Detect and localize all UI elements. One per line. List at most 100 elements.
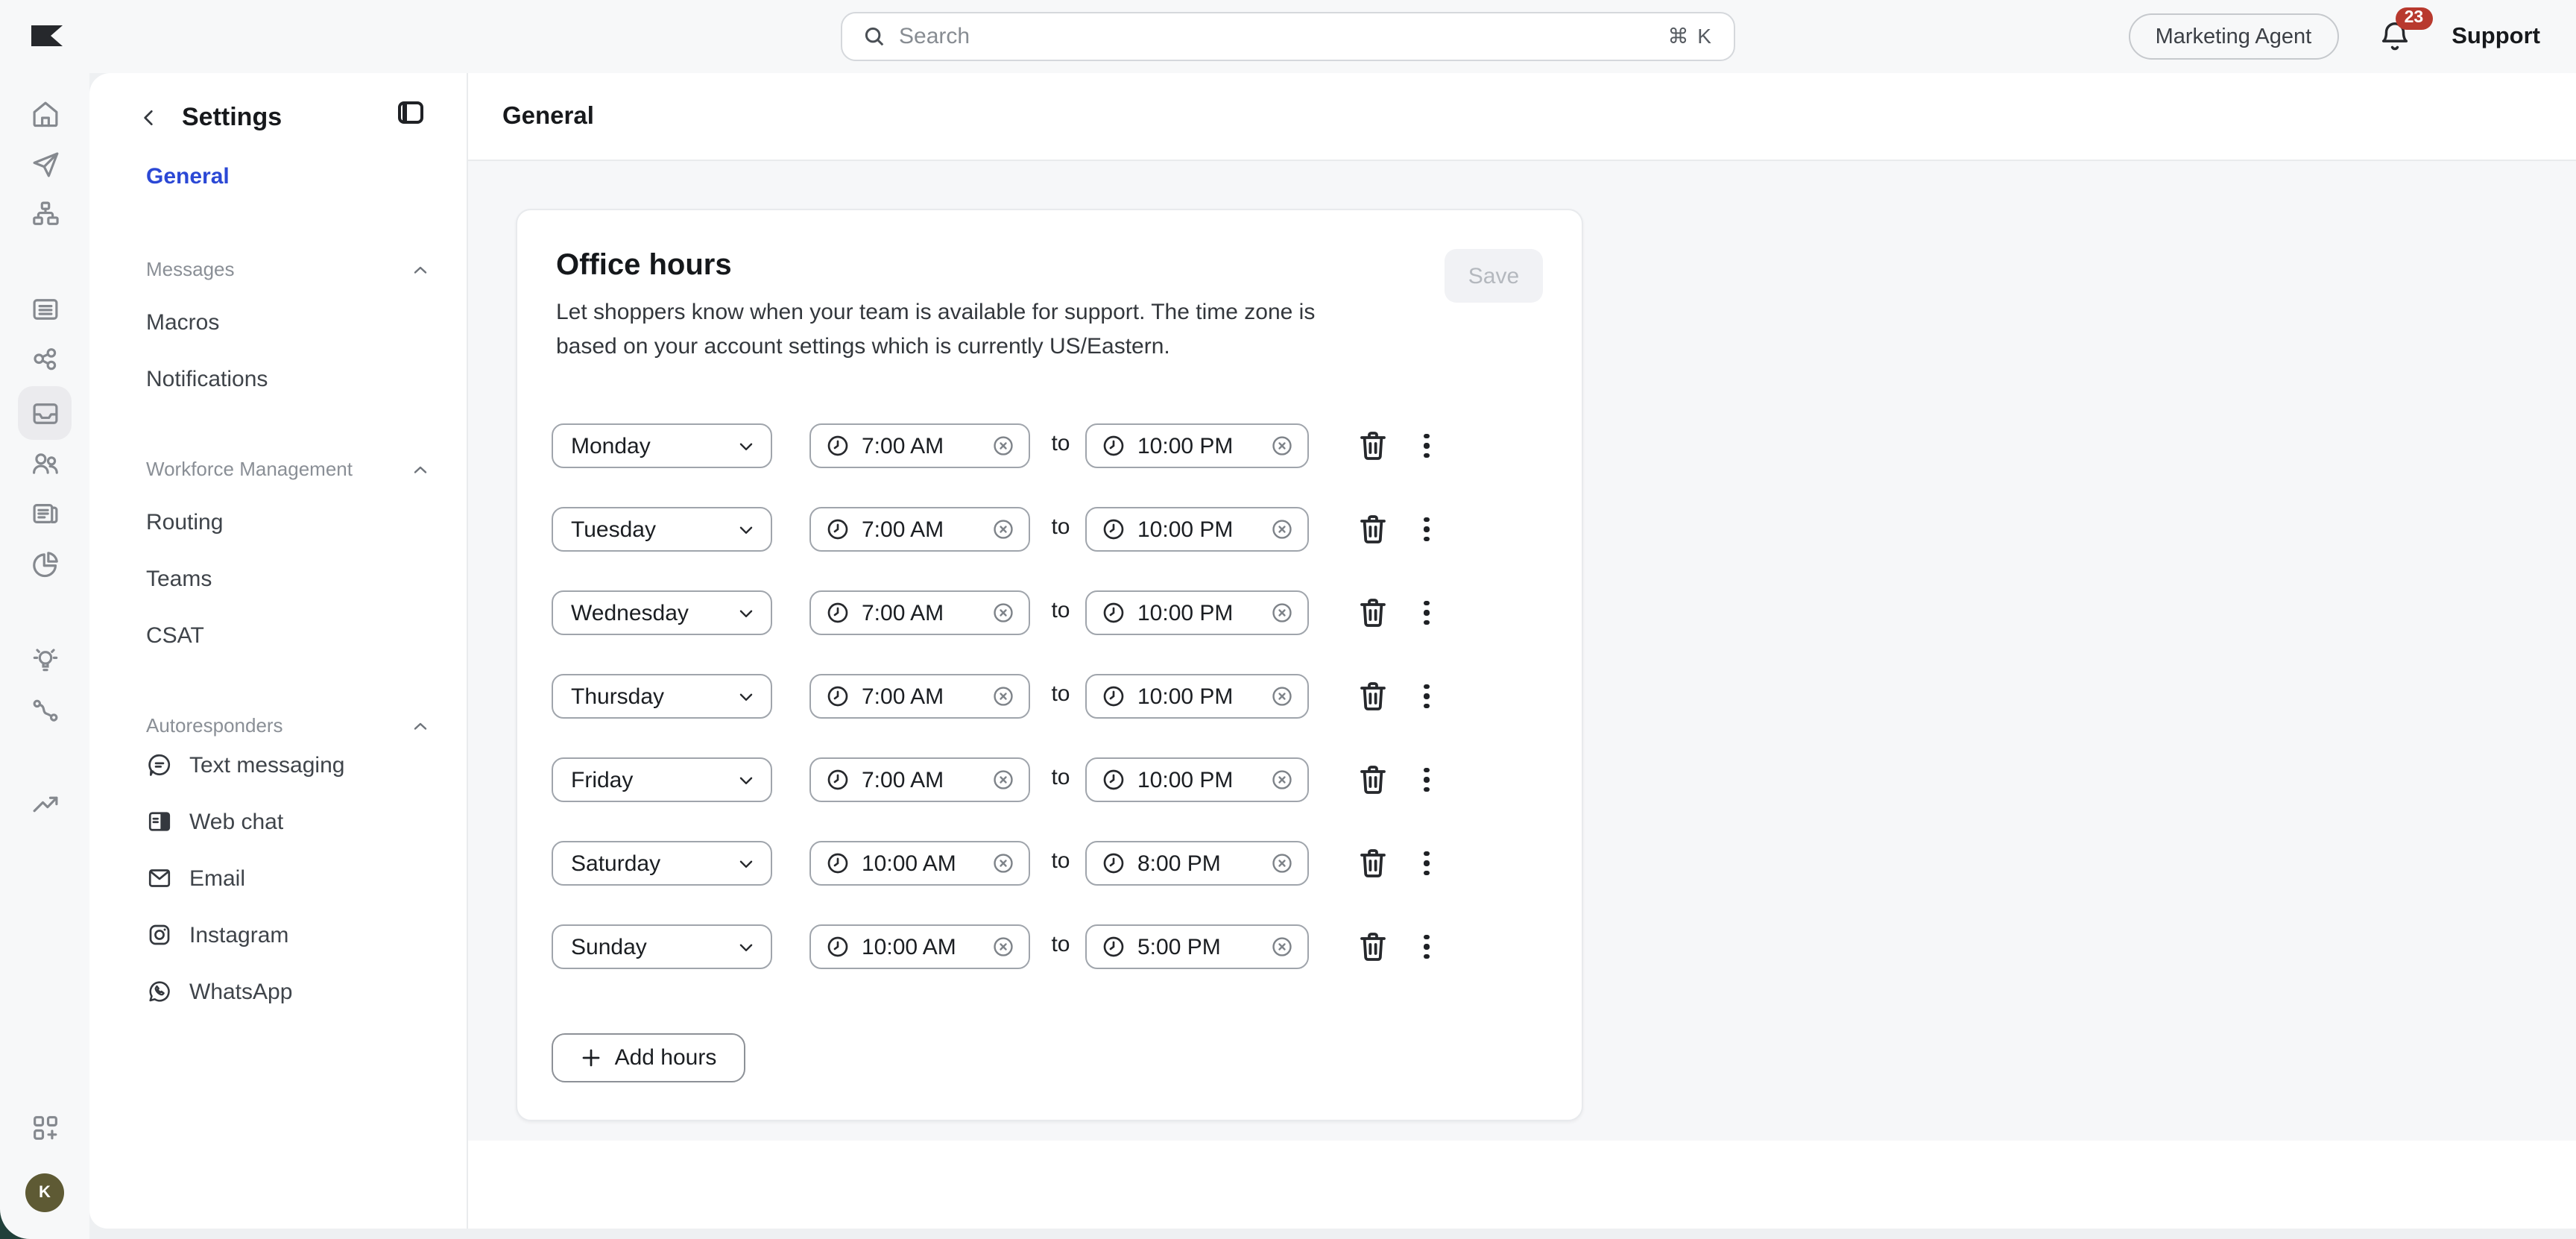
rail-reports-icon[interactable] (18, 537, 72, 590)
start-time-input[interactable]: 10:00 AM (809, 924, 1030, 969)
user-avatar[interactable]: K (25, 1173, 64, 1212)
collapse-panel-icon[interactable] (398, 101, 423, 124)
section-autoresponders: Autoresponders (146, 713, 283, 740)
start-time-input[interactable]: 7:00 AM (809, 674, 1030, 719)
start-time-input[interactable]: 10:00 AM (809, 841, 1030, 886)
end-time-input[interactable]: 10:00 PM (1085, 423, 1309, 468)
day-select[interactable]: Saturday (552, 841, 772, 886)
row-menu-icon[interactable] (1415, 763, 1439, 796)
clear-time-icon[interactable] (1270, 768, 1294, 792)
clear-time-icon[interactable] (991, 517, 1015, 541)
clear-time-icon[interactable] (991, 935, 1015, 959)
office-hours-title: Office hours (556, 249, 732, 283)
sidebar-item-teams[interactable]: Teams (146, 565, 212, 595)
end-time-input[interactable]: 10:00 PM (1085, 507, 1309, 552)
agent-status-button[interactable]: Marketing Agent (2129, 13, 2339, 60)
delete-row-icon[interactable] (1355, 845, 1391, 881)
sidebar-item-whatsapp[interactable]: WhatsApp (146, 975, 292, 1008)
day-select[interactable]: Monday (552, 423, 772, 468)
office-hours-card: Office hours Save Let shoppers know when… (516, 209, 1583, 1121)
search-input[interactable]: Search ⌘ K (841, 12, 1735, 61)
clear-time-icon[interactable] (1270, 601, 1294, 625)
end-time-input[interactable]: 10:00 PM (1085, 757, 1309, 802)
clear-time-icon[interactable] (991, 601, 1015, 625)
chevron-down-icon (736, 520, 756, 539)
row-menu-icon[interactable] (1415, 429, 1439, 462)
rail-customers-icon[interactable] (18, 435, 72, 489)
day-select[interactable]: Thursday (552, 674, 772, 719)
clock-icon (826, 684, 850, 708)
rail-macros-icon[interactable] (18, 282, 72, 335)
sidebar-item-instagram[interactable]: Instagram (146, 918, 288, 951)
start-time-input[interactable]: 7:00 AM (809, 507, 1030, 552)
rail-share-icon[interactable] (18, 332, 72, 386)
chevron-up-icon[interactable] (411, 461, 429, 479)
end-time-input[interactable]: 10:00 PM (1085, 674, 1309, 719)
add-hours-button[interactable]: Add hours (552, 1033, 745, 1082)
rail-apps-icon[interactable] (18, 1100, 72, 1154)
email-icon (146, 865, 173, 892)
delete-row-icon[interactable] (1355, 428, 1391, 464)
clear-time-icon[interactable] (991, 434, 1015, 458)
sidebar-item-csat[interactable]: CSAT (146, 622, 204, 652)
day-select[interactable]: Friday (552, 757, 772, 802)
sidebar-item-web-chat[interactable]: Web chat (146, 805, 283, 838)
end-time-input[interactable]: 8:00 PM (1085, 841, 1309, 886)
chevron-up-icon[interactable] (411, 717, 429, 735)
rail-knowledge-icon[interactable] (18, 486, 72, 540)
start-time-input[interactable]: 7:00 AM (809, 757, 1030, 802)
delete-row-icon[interactable] (1355, 678, 1391, 714)
clear-time-icon[interactable] (991, 851, 1015, 875)
sidebar-item-routing[interactable]: Routing (146, 508, 223, 538)
icon-rail: K (0, 73, 89, 1239)
sidebar-item-macros[interactable]: Macros (146, 309, 219, 338)
search-placeholder: Search (899, 24, 1655, 49)
row-menu-icon[interactable] (1415, 930, 1439, 963)
rail-home-icon[interactable] (18, 86, 72, 140)
rail-inbox-icon[interactable] (18, 386, 72, 440)
back-chevron-icon[interactable] (137, 106, 161, 130)
row-menu-icon[interactable] (1415, 680, 1439, 713)
rail-trends-icon[interactable] (18, 777, 72, 830)
clear-time-icon[interactable] (1270, 684, 1294, 708)
clear-time-icon[interactable] (991, 684, 1015, 708)
sidebar-item-general[interactable]: General (146, 163, 230, 192)
end-time-input[interactable]: 5:00 PM (1085, 924, 1309, 969)
notifications-button[interactable]: 23 (2377, 19, 2413, 54)
app-logo[interactable] (31, 25, 63, 46)
sidebar-item-notifications[interactable]: Notifications (146, 365, 268, 395)
clock-icon (1102, 851, 1126, 875)
rail-workflow-icon[interactable] (18, 186, 72, 240)
day-select[interactable]: Sunday (552, 924, 772, 969)
delete-row-icon[interactable] (1355, 511, 1391, 547)
rail-insights-icon[interactable] (18, 632, 72, 686)
support-link[interactable]: Support (2452, 23, 2540, 50)
content-container: Settings General Messages Macros Notific… (89, 73, 2576, 1229)
sidebar-item-text-messaging[interactable]: Text messaging (146, 748, 344, 781)
chevron-up-icon[interactable] (411, 261, 429, 279)
clear-time-icon[interactable] (1270, 935, 1294, 959)
row-menu-icon[interactable] (1415, 513, 1439, 546)
end-time-input[interactable]: 10:00 PM (1085, 590, 1309, 635)
row-menu-icon[interactable] (1415, 596, 1439, 629)
day-select[interactable]: Wednesday (552, 590, 772, 635)
clear-time-icon[interactable] (1270, 851, 1294, 875)
clear-time-icon[interactable] (1270, 434, 1294, 458)
clear-time-icon[interactable] (1270, 517, 1294, 541)
start-time-input[interactable]: 7:00 AM (809, 590, 1030, 635)
chevron-down-icon (736, 937, 756, 956)
row-menu-icon[interactable] (1415, 847, 1439, 880)
rail-journeys-icon[interactable] (18, 683, 72, 737)
section-workforce-management: Workforce Management (146, 456, 353, 483)
delete-row-icon[interactable] (1355, 595, 1391, 631)
day-select[interactable]: Tuesday (552, 507, 772, 552)
rail-send-icon[interactable] (18, 137, 72, 191)
clear-time-icon[interactable] (991, 768, 1015, 792)
delete-row-icon[interactable] (1355, 929, 1391, 965)
page-title: General (502, 103, 594, 131)
delete-row-icon[interactable] (1355, 762, 1391, 798)
clock-icon (826, 935, 850, 959)
sidebar-item-email[interactable]: Email (146, 862, 245, 895)
start-time-input[interactable]: 7:00 AM (809, 423, 1030, 468)
save-button[interactable]: Save (1445, 249, 1543, 303)
